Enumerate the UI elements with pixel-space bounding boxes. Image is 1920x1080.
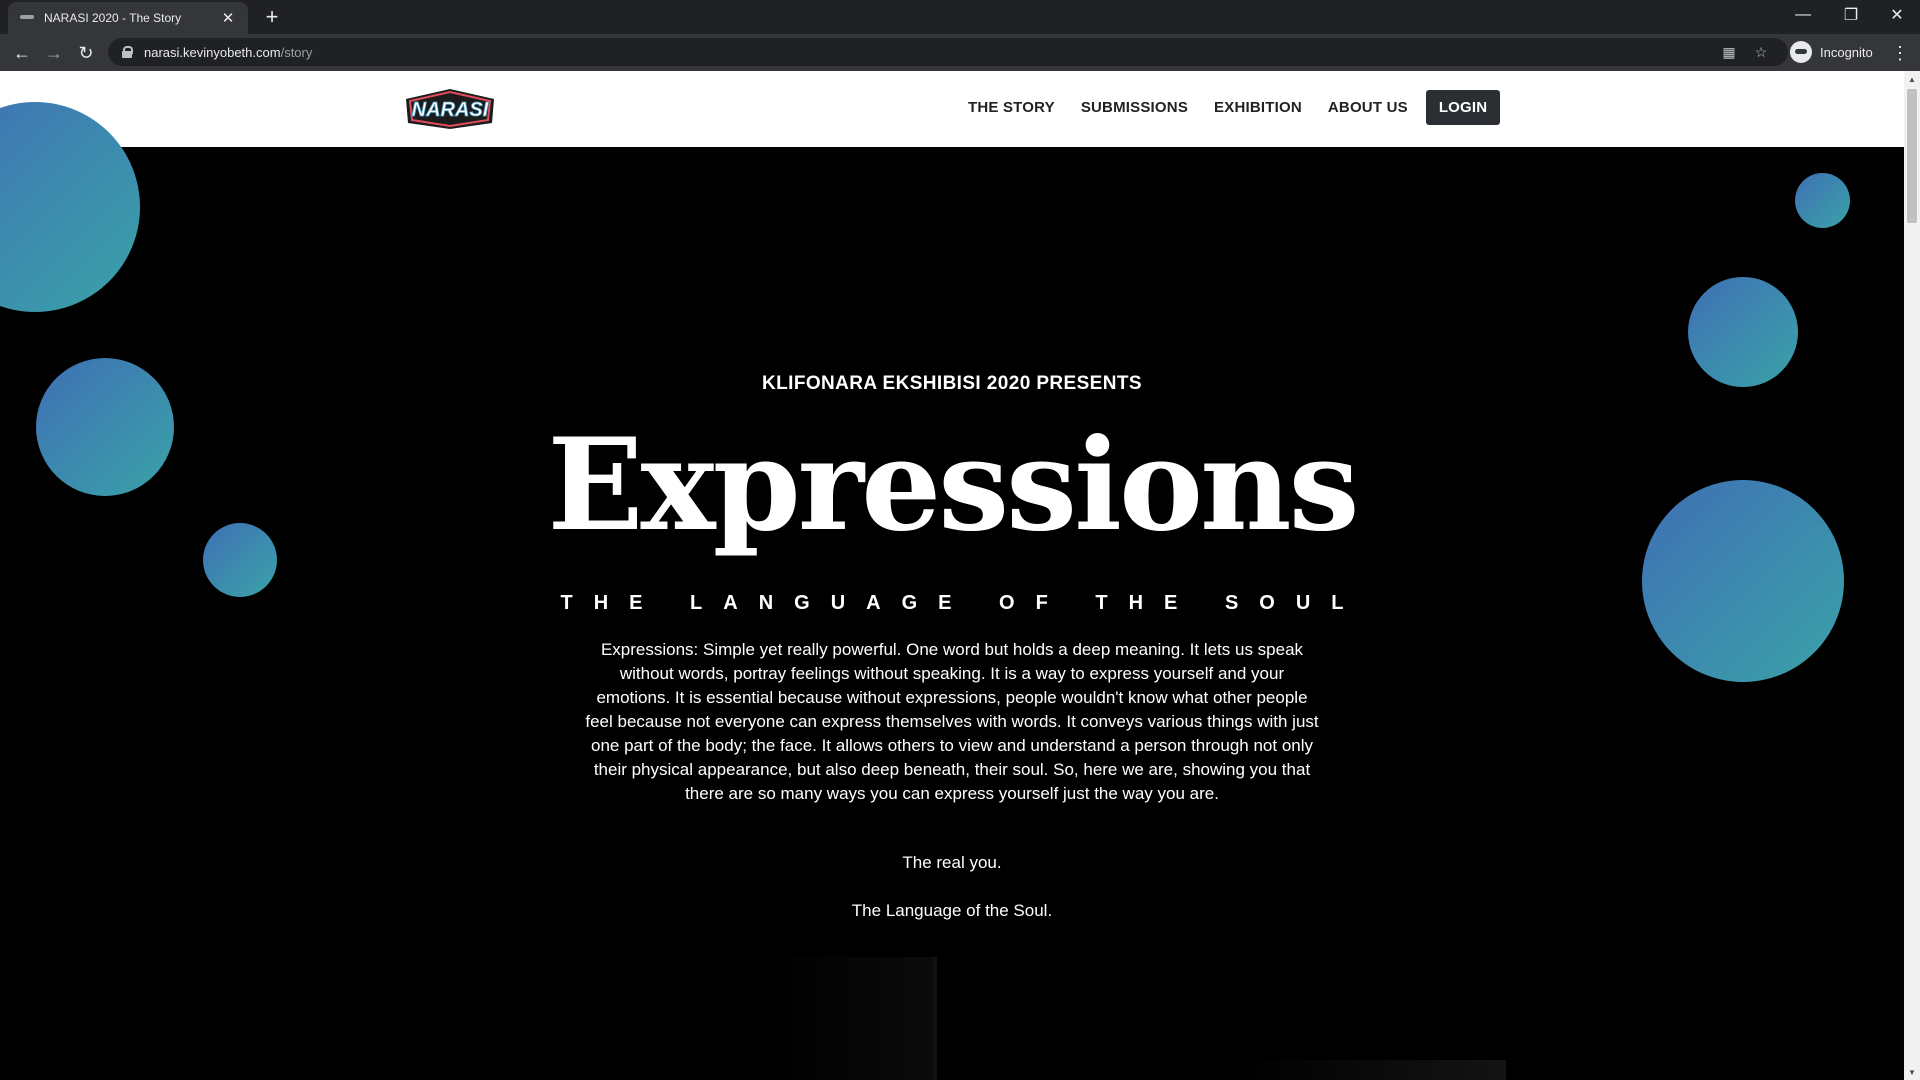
reload-icon[interactable]: ↻ — [72, 39, 100, 67]
minimize-icon[interactable]: — — [1780, 0, 1826, 30]
favicon-icon — [20, 13, 34, 23]
lock-icon — [122, 46, 133, 58]
tab-strip: NARASI 2020 - The Story ✕ + — ❐ ✕ — [0, 0, 1920, 34]
address-bar[interactable]: narasi.kevinyobeth.com/story ▦ ☆ — [108, 38, 1788, 66]
hero-section: KLIFONARA EKSHIBISI 2020 PRESENTS Expres… — [0, 102, 1904, 1080]
restore-icon[interactable]: ❐ — [1828, 0, 1874, 30]
close-tab-icon[interactable]: ✕ — [220, 10, 236, 27]
profile-button[interactable]: Incognito — [1790, 37, 1873, 67]
browser-chrome: NARASI 2020 - The Story ✕ + — ❐ ✕ ← → ↻ … — [0, 0, 1920, 71]
main-nav: THE STORY SUBMISSIONS EXHIBITION ABOUT U… — [968, 89, 1501, 125]
new-tab-button[interactable]: + — [260, 6, 284, 30]
logo-text: NARASI — [412, 99, 489, 121]
scroll-up-icon[interactable]: ▲ — [1904, 71, 1920, 87]
narasi-logo[interactable]: NARASI — [402, 85, 498, 131]
nav-submissions[interactable]: SUBMISSIONS — [1081, 99, 1188, 116]
close-icon[interactable]: ✕ — [1874, 0, 1920, 30]
story-line-language: The Language of the Soul. — [851, 901, 1053, 920]
star-icon[interactable]: ☆ — [1752, 43, 1770, 61]
forward-icon[interactable]: → — [40, 39, 68, 67]
page-subtitle: THE LANGUAGE OF THE SOUL — [560, 592, 1365, 614]
scroll-thumb[interactable] — [1907, 89, 1917, 223]
incognito-icon — [1790, 41, 1812, 63]
decorative-bubble — [1795, 173, 1850, 228]
page-title: Expressions — [547, 411, 1359, 559]
presents-label: KLIFONARA EKSHIBISI 2020 PRESENTS — [762, 373, 1142, 394]
story-paragraph: Expressions: Simple yet really powerful.… — [585, 640, 1319, 803]
profile-label: Incognito — [1820, 44, 1873, 60]
scroll-down-icon[interactable]: ▼ — [1904, 1064, 1920, 1080]
nav-about-us[interactable]: ABOUT US — [1328, 99, 1408, 116]
gallery-image-placeholder — [1240, 1060, 1506, 1080]
tab-title: NARASI 2020 - The Story — [44, 11, 182, 25]
story-line-real-you: The real you. — [902, 853, 1002, 872]
decorative-bubble — [1688, 277, 1798, 387]
login-button[interactable]: LOGIN — [1425, 89, 1501, 125]
url-path: /story — [280, 44, 313, 60]
browser-toolbar: ← → ↻ narasi.kevinyobeth.com/story ▦ ☆ I… — [0, 34, 1920, 71]
page-scrollbar[interactable]: ▲ ▼ — [1904, 71, 1920, 1080]
gallery-image-placeholder — [770, 957, 936, 1080]
back-icon[interactable]: ← — [8, 39, 36, 67]
page-viewport: NARASI THE STORY SUBMISSIONS EXHIBITION … — [0, 71, 1904, 1080]
gallery-divider — [933, 957, 937, 1080]
nav-exhibition[interactable]: EXHIBITION — [1214, 99, 1302, 116]
browser-tab[interactable]: NARASI 2020 - The Story ✕ — [8, 2, 248, 34]
translate-icon[interactable]: ▦ — [1720, 43, 1738, 61]
nav-the-story[interactable]: THE STORY — [968, 99, 1055, 116]
url-host: narasi.kevinyobeth.com — [144, 44, 281, 60]
site-header: NARASI THE STORY SUBMISSIONS EXHIBITION … — [0, 71, 1904, 147]
menu-icon[interactable]: ⋮ — [1888, 39, 1912, 67]
